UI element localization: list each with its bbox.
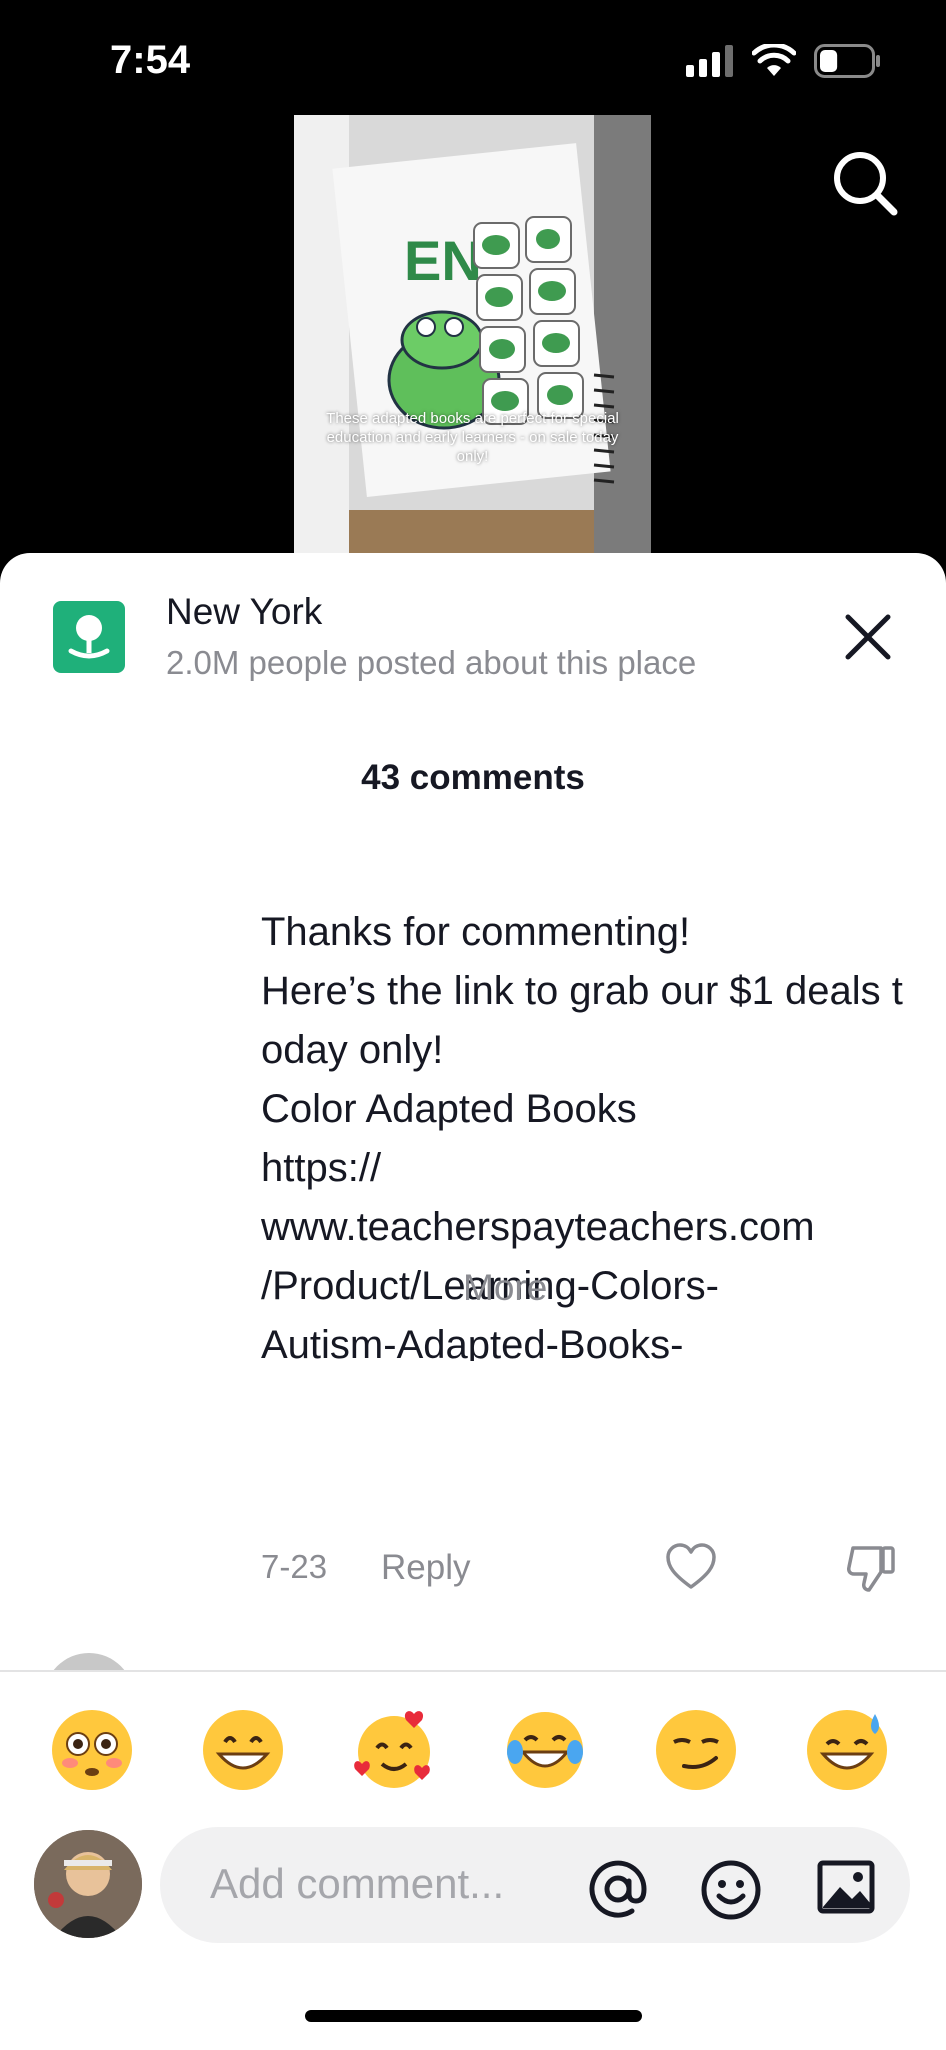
status-icons — [686, 44, 882, 78]
thumbs-down-icon — [847, 1546, 895, 1592]
close-icon — [845, 614, 891, 660]
reply-button[interactable]: Reply — [381, 1548, 470, 1588]
attach-image-button[interactable] — [816, 1857, 876, 1917]
battery-icon — [814, 44, 880, 78]
comment-meta: 7-23 Reply — [261, 1543, 921, 1598]
location-pin-icon[interactable] — [53, 601, 125, 673]
dislike-button[interactable] — [845, 1542, 897, 1594]
cellular-signal-icon — [686, 45, 733, 77]
image-icon — [817, 1860, 875, 1914]
comments-count: 43 comments — [0, 758, 946, 798]
flushed-emoji-icon[interactable] — [50, 1708, 134, 1792]
comment-text[interactable]: Thanks for commenting! Here’s the link t… — [261, 811, 921, 1361]
tears-of-joy-emoji-icon[interactable] — [503, 1708, 587, 1792]
add-comment-input[interactable]: Add comment... — [160, 1827, 910, 1943]
comment-content: Thanks for commenting! Here’s the link t… — [261, 910, 903, 1361]
add-comment-placeholder: Add comment... — [210, 1860, 505, 1907]
user-avatar[interactable] — [34, 1830, 142, 1938]
at-sign-icon — [589, 1860, 647, 1918]
place-subtitle: 2.0M people posted about this place — [166, 644, 697, 681]
mention-button[interactable] — [588, 1859, 648, 1919]
smirk-emoji-icon[interactable] — [654, 1708, 738, 1792]
sweat-smile-emoji-icon[interactable] — [805, 1708, 889, 1792]
smiling-face-with-hearts-icon[interactable] — [352, 1708, 436, 1792]
status-bar: 7:54 — [0, 0, 946, 120]
comment-text-wrap: Thanks for commenting! Here’s the link t… — [261, 844, 921, 1361]
quick-emoji-row — [0, 1708, 946, 1798]
comment-composer-panel: Add comment... — [0, 1670, 946, 2050]
status-time: 7:54 — [110, 38, 191, 82]
video-thumbnail[interactable]: EN These adapted books are perfect for s… — [294, 115, 651, 555]
comment-more-label: More — [463, 1267, 548, 1308]
comments-count-label: 43 comments — [361, 758, 585, 797]
comment-date: 7-23 — [261, 1548, 328, 1585]
grin-emoji-icon[interactable] — [201, 1708, 285, 1792]
comment-more-button[interactable]: More — [463, 1267, 547, 1309]
wifi-icon — [752, 44, 796, 76]
video-frame-illustration: EN — [294, 115, 651, 555]
like-button[interactable] — [665, 1542, 717, 1592]
search-icon — [834, 152, 898, 216]
close-button[interactable] — [842, 611, 894, 663]
home-indicator[interactable] — [305, 2010, 642, 2022]
video-caption: These adapted books are perfect for spec… — [326, 410, 619, 465]
search-button[interactable] — [830, 148, 900, 218]
heart-icon — [666, 1543, 716, 1589]
emoji-picker-button[interactable] — [700, 1859, 762, 1921]
smiley-icon — [701, 1860, 761, 1920]
svg-text:EN: EN — [404, 229, 482, 292]
place-name[interactable]: New York — [166, 591, 322, 633]
